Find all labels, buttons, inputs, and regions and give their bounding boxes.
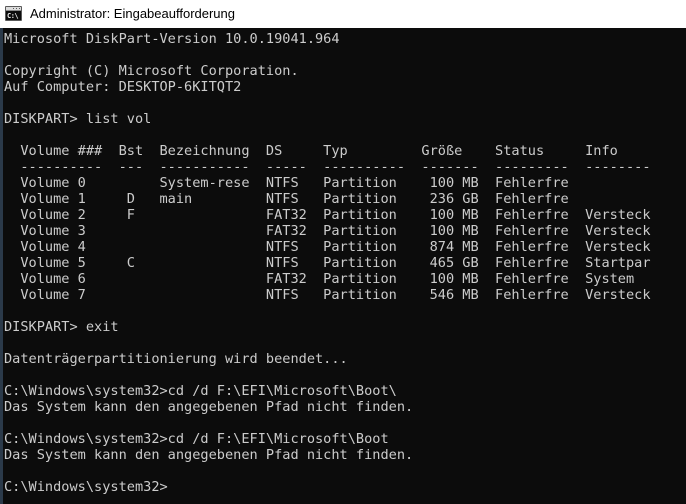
console-line: Volume 7 NTFS Partition 546 MB Fehlerfre… bbox=[4, 287, 651, 303]
console-output-area[interactable]: Microsoft DiskPart-Version 10.0.19041.96… bbox=[0, 28, 686, 504]
cmd-console-icon: C:\ bbox=[5, 6, 22, 21]
console-line: Das System kann den angegebenen Pfad nic… bbox=[4, 399, 414, 415]
console-line: Volume ### Bst Bezeichnung DS Typ Größe … bbox=[4, 143, 618, 159]
console-line: Auf Computer: DESKTOP-6KITQT2 bbox=[4, 79, 242, 95]
console-line: Das System kann den angegebenen Pfad nic… bbox=[4, 447, 414, 463]
console-line: Volume 0 System-rese NTFS Partition 100 … bbox=[4, 175, 569, 191]
console-line: Microsoft DiskPart-Version 10.0.19041.96… bbox=[4, 31, 340, 47]
console-line: C:\Windows\system32>cd /d F:\EFI\Microso… bbox=[4, 431, 389, 447]
console-line: Volume 4 NTFS Partition 874 MB Fehlerfre… bbox=[4, 239, 651, 255]
console-line: DISKPART> list vol bbox=[4, 111, 152, 127]
console-line: DISKPART> exit bbox=[4, 319, 119, 335]
console-line: C:\Windows\system32>cd /d F:\EFI\Microso… bbox=[4, 383, 397, 399]
console-line: Datenträgerpartitionierung wird beendet.… bbox=[4, 351, 348, 367]
console-line: Copyright (C) Microsoft Corporation. bbox=[4, 63, 299, 79]
title-bar[interactable]: C:\ Administrator: Eingabeaufforderung bbox=[0, 0, 686, 28]
console-line: C:\Windows\system32> bbox=[4, 479, 168, 495]
command-prompt-window: C:\ Administrator: Eingabeaufforderung M… bbox=[0, 0, 686, 504]
window-title: Administrator: Eingabeaufforderung bbox=[30, 5, 235, 21]
console-line: Volume 1 D main NTFS Partition 236 GB Fe… bbox=[4, 191, 569, 207]
console-line: Volume 6 FAT32 Partition 100 MB Fehlerfr… bbox=[4, 271, 635, 287]
console-line: ---------- --- ----------- ----- -------… bbox=[4, 159, 651, 175]
console-line: Volume 3 FAT32 Partition 100 MB Fehlerfr… bbox=[4, 223, 651, 239]
icon-prompt-glyph: C:\ bbox=[6, 11, 21, 20]
console-line: Volume 2 F FAT32 Partition 100 MB Fehler… bbox=[4, 207, 651, 223]
console-screen-buffer[interactable]: Microsoft DiskPart-Version 10.0.19041.96… bbox=[3, 28, 686, 504]
console-line: Volume 5 C NTFS Partition 465 GB Fehlerf… bbox=[4, 255, 651, 271]
